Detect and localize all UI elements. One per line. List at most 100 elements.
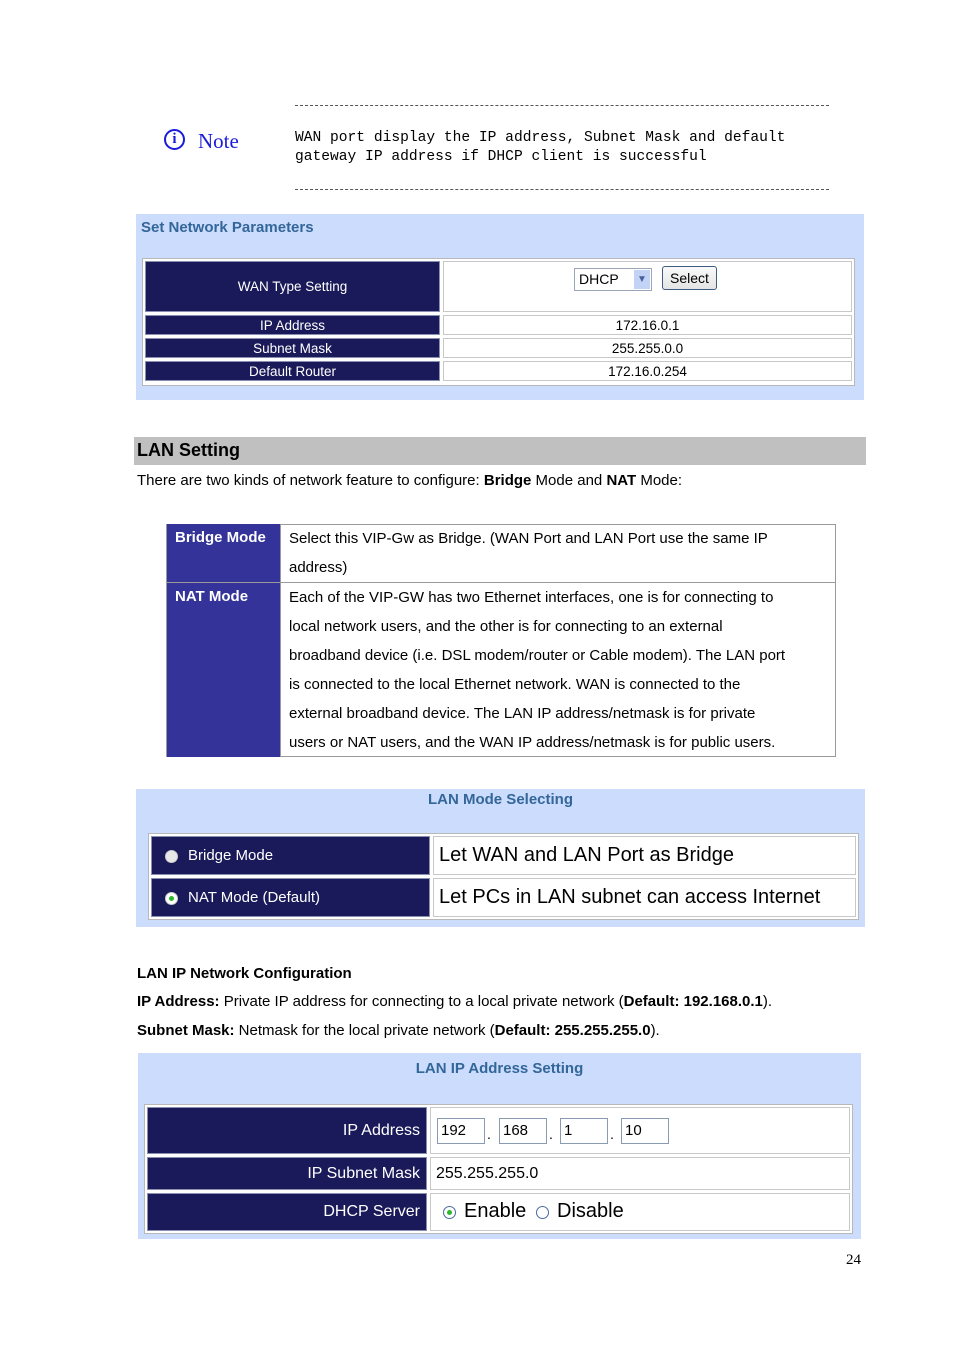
dhcp-server-label-cell: DHCP Server: [147, 1193, 427, 1231]
mode-name: Bridge Mode: [167, 524, 281, 582]
note-divider-bottom: [295, 189, 829, 190]
ip-address-explanation: IP Address: Private IP address for conne…: [137, 992, 772, 1012]
mode-description: Select this VIP-Gw as Bridge. (WAN Port …: [281, 524, 835, 582]
intro-text-mid: Mode and: [531, 472, 607, 489]
network-params-table: WAN Type Setting DHCP ▼ Select IP Addres…: [142, 258, 855, 386]
description-line: local network users, and the other is fo…: [289, 618, 723, 635]
page-number: 24: [846, 1252, 861, 1268]
description-line: users or NAT users, and the WAN IP addre…: [289, 734, 776, 751]
description-line: address): [289, 559, 348, 576]
dhcp-disable-radio[interactable]: [536, 1206, 549, 1219]
description-line: Each of the VIP-GW has two Ethernet inte…: [289, 589, 774, 606]
note-label: Note: [198, 129, 239, 153]
ip-separator: .: [549, 1126, 553, 1142]
lan-mask-value-cell: 255.255.255.0: [430, 1157, 850, 1190]
ip-address-label: IP Address: [259, 317, 326, 333]
dhcp-disable-label[interactable]: Disable: [557, 1200, 624, 1223]
default-router-label: Default Router: [248, 363, 337, 379]
wan-type-label: WAN Type Setting: [237, 279, 348, 294]
lan-mask-label: IP Subnet Mask: [307, 1164, 420, 1182]
description-line: external broadband device. The LAN IP ad…: [289, 705, 756, 722]
subnet-mask-label-cell: Subnet Mask: [145, 338, 440, 358]
nat-mode-description-cell: Let PCs in LAN subnet can access Interne…: [433, 878, 856, 917]
dhcp-server-value-cell: Enable Disable: [430, 1193, 850, 1231]
default-router-value-cell: 172.16.0.254: [443, 361, 852, 381]
ip-address-end: ).: [762, 993, 773, 1010]
table-row: NAT Mode Each of the VIP-GW has two Ethe…: [167, 582, 835, 757]
subnet-mask-default: Default: 255.255.255.0: [494, 1022, 651, 1039]
ip-address-term: IP Address:: [137, 993, 220, 1010]
lan-ip-config-heading: LAN IP Network Configuration: [137, 964, 352, 984]
info-icon: i: [164, 129, 185, 150]
subnet-mask-value: 255.255.0.0: [611, 340, 684, 356]
ip-address-text: Private IP address for connecting to a l…: [219, 993, 624, 1010]
default-router-label-cell: Default Router: [145, 361, 440, 381]
lan-mode-table: Bridge Mode Let WAN and LAN Port as Brid…: [148, 833, 859, 920]
mode-name: NAT Mode: [167, 583, 281, 757]
nat-mode-option[interactable]: NAT Mode (Default): [151, 878, 430, 917]
ip-address-label-cell: IP Address: [145, 315, 440, 335]
bridge-mode-option[interactable]: Bridge Mode: [151, 836, 430, 875]
ip-address-value-cell: 172.16.0.1: [443, 315, 852, 335]
ip-separator: .: [487, 1126, 491, 1142]
ip-octet-1-input[interactable]: 192: [437, 1118, 485, 1144]
lan-mode-title: LAN Mode Selecting: [427, 791, 573, 808]
section-header-bar: [134, 437, 866, 465]
description-line: is connected to the local Ethernet netwo…: [289, 676, 741, 693]
intro-bold-bridge: Bridge: [483, 472, 532, 489]
lan-ip-table: IP Address 192 . 168 . 1 . 10 IP Subnet …: [144, 1104, 853, 1234]
intro-bold-nat: NAT: [606, 472, 637, 489]
note-text: WAN port display the IP address, Subnet …: [295, 129, 835, 167]
table-row: Bridge Mode Select this VIP-Gw as Bridge…: [167, 524, 835, 582]
dhcp-enable-radio[interactable]: [443, 1206, 456, 1219]
lan-ip-value-cell: 192 . 168 . 1 . 10: [430, 1107, 850, 1154]
lan-ip-panel: LAN IP Address Setting IP Address 192 . …: [138, 1053, 861, 1239]
ip-octet-2-input[interactable]: 168: [499, 1118, 547, 1144]
note-text-line1: WAN port display the IP address, Subnet …: [295, 130, 786, 146]
network-params-title: Set Network Parameters: [141, 219, 314, 236]
ip-octet-3-input[interactable]: 1: [560, 1118, 608, 1144]
nat-mode-radio[interactable]: [165, 892, 178, 905]
section-title: LAN Setting: [137, 440, 240, 460]
subnet-mask-text: Netmask for the local private network (: [234, 1022, 495, 1039]
ip-separator: .: [610, 1126, 614, 1142]
lan-setting-intro: There are two kinds of network feature t…: [137, 471, 682, 491]
bridge-mode-description: Let WAN and LAN Port as Bridge: [439, 844, 734, 866]
select-button[interactable]: Select: [662, 266, 717, 290]
dhcp-enable-label[interactable]: Enable: [464, 1200, 526, 1223]
description-line: broadband device (i.e. DSL modem/router …: [289, 647, 786, 664]
wan-type-label-cell: WAN Type Setting: [145, 261, 440, 312]
default-router-value: 172.16.0.254: [608, 363, 687, 379]
intro-text: There are two kinds of network feature t…: [137, 472, 484, 489]
mode-description-table: Bridge Mode Select this VIP-Gw as Bridge…: [166, 524, 836, 757]
lan-mode-panel: LAN Mode Selecting Bridge Mode Let WAN a…: [136, 789, 865, 927]
nat-mode-description: Let PCs in LAN subnet can access Interne…: [439, 886, 821, 908]
dhcp-server-label: DHCP Server: [323, 1203, 420, 1220]
network-params-panel: Set Network Parameters WAN Type Setting …: [136, 214, 864, 400]
ip-address-value: 172.16.0.1: [615, 317, 680, 333]
intro-text-suffix: Mode:: [636, 472, 683, 489]
note-text-line2: gateway IP address if DHCP client is suc…: [295, 149, 707, 165]
lan-mask-value: 255.255.255.0: [436, 1164, 539, 1182]
wan-type-select[interactable]: DHCP ▼: [574, 268, 652, 291]
nat-mode-label: NAT Mode (Default): [188, 889, 320, 906]
subnet-mask-end: ).: [650, 1022, 660, 1039]
lan-ip-title: LAN IP Address Setting: [415, 1060, 584, 1077]
subnet-mask-term: Subnet Mask:: [137, 1022, 235, 1039]
chevron-down-icon[interactable]: ▼: [634, 270, 650, 289]
wan-type-select-value: DHCP: [579, 271, 619, 287]
lan-ip-label-cell: IP Address: [147, 1107, 427, 1154]
subnet-mask-value-cell: 255.255.0.0: [443, 338, 852, 358]
description-line: Select this VIP-Gw as Bridge. (WAN Port …: [289, 530, 768, 547]
bridge-mode-description-cell: Let WAN and LAN Port as Bridge: [433, 836, 856, 875]
bridge-mode-label: Bridge Mode: [188, 847, 274, 864]
subnet-mask-explanation: Subnet Mask: Netmask for the local priva…: [137, 1021, 660, 1041]
subnet-mask-label: Subnet Mask: [253, 340, 332, 356]
mode-description: Each of the VIP-GW has two Ethernet inte…: [281, 583, 835, 757]
ip-address-default: Default: 192.168.0.1: [623, 993, 763, 1010]
bridge-mode-radio[interactable]: [165, 850, 178, 863]
heading-text: LAN IP Network Configuration: [137, 965, 352, 982]
lan-ip-label: IP Address: [342, 1121, 420, 1139]
wan-type-value-cell: DHCP ▼ Select: [443, 261, 852, 312]
ip-octet-4-input[interactable]: 10: [621, 1118, 669, 1144]
